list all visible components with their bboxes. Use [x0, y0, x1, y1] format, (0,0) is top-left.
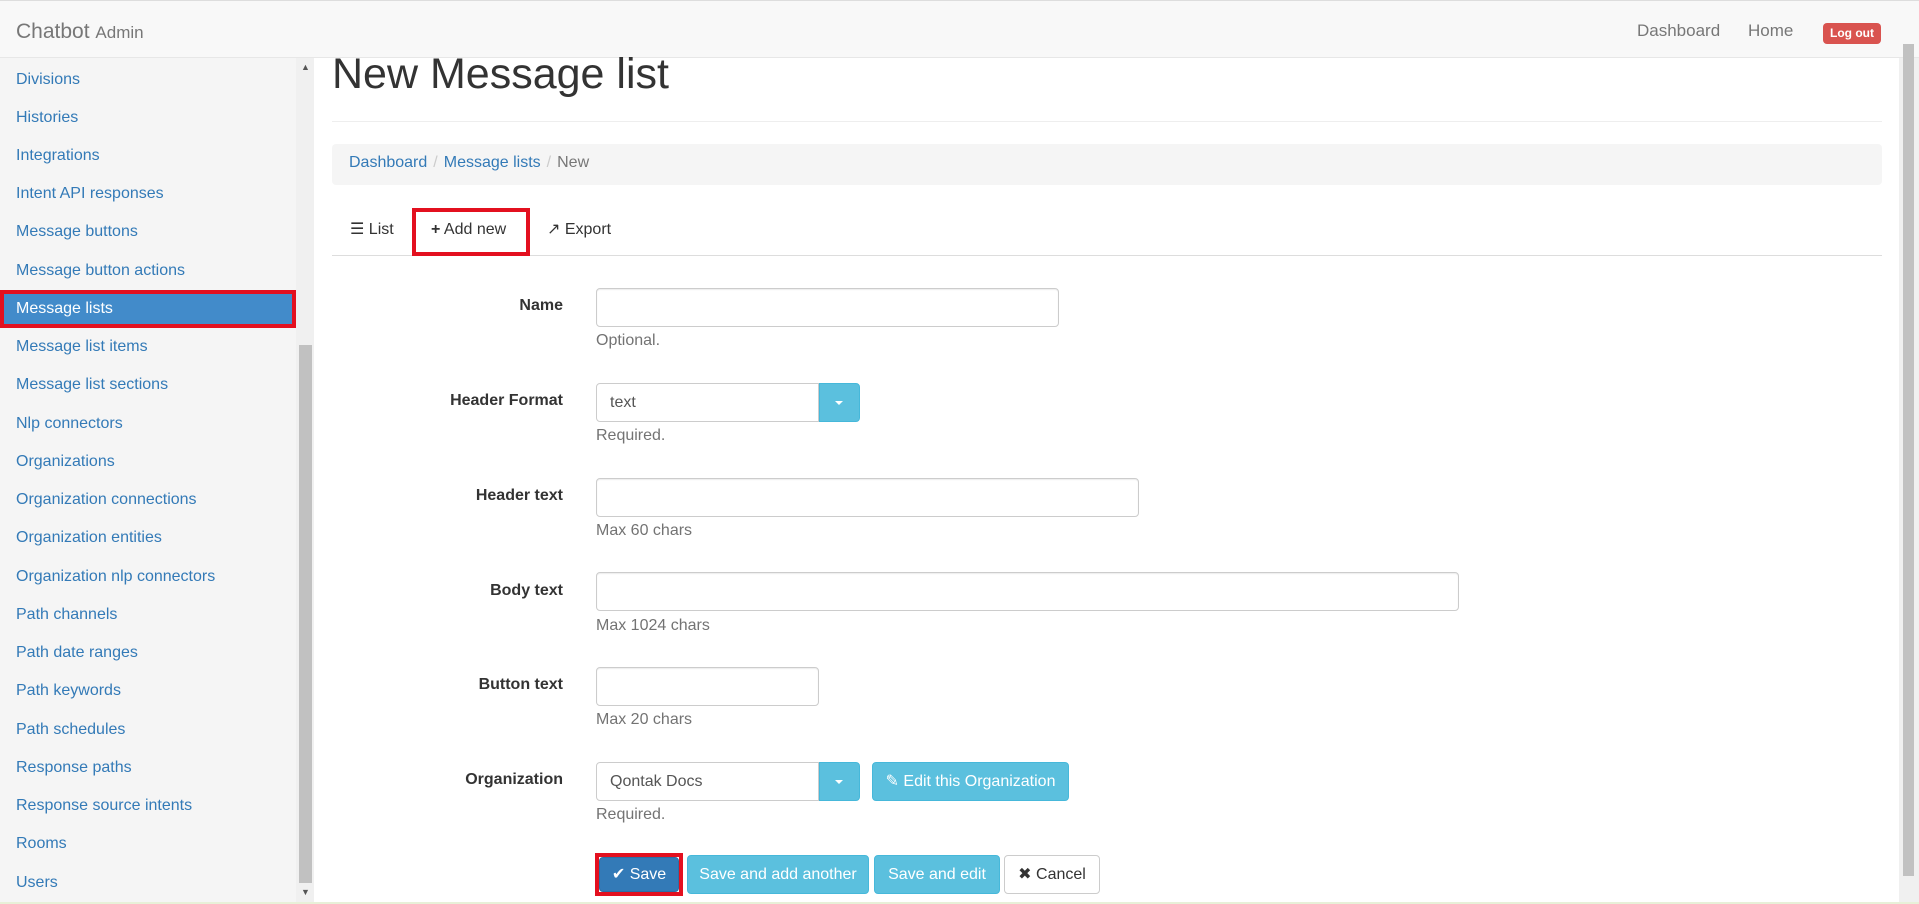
title-divider: [332, 121, 1882, 122]
sidebar-item-response-source-intents[interactable]: Response source intents: [0, 787, 296, 825]
check-icon: ✔: [611, 866, 626, 883]
breadcrumb-current: New: [557, 154, 590, 171]
name-label: Name: [519, 297, 563, 314]
sidebar-item-organizations[interactable]: Organizations: [0, 443, 296, 481]
name-input[interactable]: [596, 288, 1059, 327]
edit-organization-button[interactable]: ✎ Edit this Organization: [872, 762, 1069, 801]
organization-dropdown-toggle[interactable]: [819, 762, 860, 801]
edit-organization-label: Edit this Organization: [903, 773, 1056, 790]
sidebar-item-organization-nlp-connectors[interactable]: Organization nlp connectors: [0, 558, 296, 596]
header-text-help: Max 60 chars: [596, 522, 693, 539]
sidebar-item-rooms[interactable]: Rooms: [0, 825, 296, 863]
plus-icon: +: [431, 221, 441, 238]
sidebar-item-path-channels[interactable]: Path channels: [0, 596, 296, 634]
scroll-up-arrow-icon[interactable]: ▲: [299, 62, 312, 76]
sidebar-item-message-buttons[interactable]: Message buttons: [0, 213, 296, 251]
brand-logo[interactable]: Chatbot Admin: [16, 20, 144, 44]
save-and-add-another-button[interactable]: Save and add another: [687, 855, 869, 894]
save-and-edit-button[interactable]: Save and edit: [874, 855, 1000, 894]
brand-title: Chatbot: [16, 20, 90, 43]
cancel-label: Cancel: [1036, 866, 1086, 883]
tab-add-new-label: Add new: [443, 221, 507, 238]
sidebar-item-message-lists[interactable]: Message lists: [0, 290, 296, 328]
header-format-select[interactable]: text: [596, 383, 819, 422]
sidebar-item-intent-api-responses[interactable]: Intent API responses: [0, 175, 296, 213]
tab-add-new[interactable]: + Add new: [412, 208, 530, 256]
action-tabs: ☰ List + Add new ↗ Export: [332, 208, 1882, 256]
organization-label: Organization: [465, 771, 563, 788]
nav-home-link[interactable]: Home: [1748, 21, 1793, 41]
sidebar-item-histories[interactable]: Histories: [0, 99, 296, 137]
sidebar-item-users[interactable]: Users: [0, 864, 296, 902]
tab-list-label: List: [368, 221, 394, 238]
button-text-label: Button text: [478, 676, 563, 693]
tab-export-label: Export: [564, 221, 612, 238]
sidebar-item-integrations[interactable]: Integrations: [0, 137, 296, 175]
organization-help: Required.: [596, 806, 666, 823]
sidebar-item-organization-entities[interactable]: Organization entities: [0, 519, 296, 557]
page-title: New Message list: [332, 50, 669, 98]
close-icon: ✖: [1018, 866, 1032, 883]
header-text-label: Header text: [475, 487, 563, 504]
pencil-icon: ✎: [885, 773, 899, 790]
list-icon: ☰: [350, 221, 365, 238]
logout-button[interactable]: Log out: [1823, 23, 1881, 44]
organization-select[interactable]: Qontak Docs: [596, 762, 819, 801]
body-text-label: Body text: [490, 582, 563, 599]
header-format-dropdown-toggle[interactable]: [819, 383, 860, 422]
share-icon: ↗: [547, 221, 561, 238]
brand-subtitle: Admin: [95, 23, 144, 42]
body-text-help: Max 1024 chars: [596, 617, 710, 634]
sidebar-item-path-keywords[interactable]: Path keywords: [0, 672, 296, 710]
sidebar-item-message-list-sections[interactable]: Message list sections: [0, 366, 296, 404]
sidebar-item-organization-connections[interactable]: Organization connections: [0, 481, 296, 519]
sidebar-item-response-paths[interactable]: Response paths: [0, 749, 296, 787]
caret-down-icon: [835, 780, 843, 784]
breadcrumb-dashboard[interactable]: Dashboard: [349, 154, 427, 171]
header-format-help: Required.: [596, 427, 666, 444]
breadcrumb-separator: /: [433, 154, 438, 171]
header-text-input[interactable]: [596, 478, 1139, 517]
sidebar-item-path-date-ranges[interactable]: Path date ranges: [0, 634, 296, 672]
sidebar-item-message-list-items[interactable]: Message list items: [0, 328, 296, 366]
button-text-input[interactable]: [596, 667, 819, 706]
top-navbar: Chatbot Admin Dashboard Home Log out: [0, 0, 1919, 58]
tab-list[interactable]: ☰ List: [350, 208, 394, 256]
page-scroll-thumb[interactable]: [1903, 44, 1914, 876]
sidebar-item-nlp-connectors[interactable]: Nlp connectors: [0, 405, 296, 443]
caret-down-icon: [835, 401, 843, 405]
body-text-input[interactable]: [596, 572, 1459, 611]
sidebar-scroll-thumb[interactable]: [299, 345, 312, 883]
sidebar: Divisions Histories Integrations Intent …: [0, 58, 296, 904]
sidebar-item-path-schedules[interactable]: Path schedules: [0, 711, 296, 749]
scroll-down-arrow-icon[interactable]: ▼: [299, 887, 312, 901]
sidebar-item-message-button-actions[interactable]: Message button actions: [0, 252, 296, 290]
breadcrumb-message-lists[interactable]: Message lists: [444, 154, 541, 171]
tab-export[interactable]: ↗ Export: [547, 208, 611, 256]
header-format-label: Header Format: [450, 392, 563, 409]
nav-dashboard-link[interactable]: Dashboard: [1637, 21, 1720, 41]
sidebar-item-divisions[interactable]: Divisions: [0, 61, 296, 99]
name-help: Optional.: [596, 332, 661, 349]
save-button[interactable]: ✔ Save: [599, 857, 679, 892]
button-text-help: Max 20 chars: [596, 711, 693, 728]
breadcrumb-separator: /: [546, 154, 552, 171]
save-label: Save: [629, 866, 667, 883]
breadcrumb: Dashboard / Message lists / New: [332, 144, 1882, 185]
cancel-button[interactable]: ✖ Cancel: [1004, 855, 1100, 894]
